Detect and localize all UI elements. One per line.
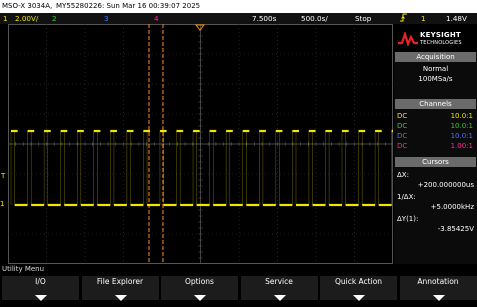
status-bar: 1 2.00V/ 2 3 4 7.500s 500.0s/ Stop 1 1.4… xyxy=(0,13,477,24)
ch1-scale[interactable]: 2.00V/ xyxy=(15,13,38,24)
channels-header: Channels xyxy=(395,99,476,109)
softkey-file-explorer[interactable]: File Explorer xyxy=(80,276,159,301)
acquisition-header: Acquisition xyxy=(395,52,476,62)
down-arrow-icon xyxy=(400,288,477,301)
down-arrow-icon xyxy=(161,288,238,301)
ch4-number[interactable]: 4 xyxy=(154,13,159,24)
delay-readout[interactable]: 7.500s xyxy=(252,13,276,24)
channel-row-2[interactable]: DC 10.0:1 xyxy=(395,122,476,131)
softkey-bar: I/O File Explorer Options Service Quick Acti… xyxy=(0,276,477,301)
keysight-wave-icon xyxy=(398,30,418,50)
acquisition-mode: Normal xyxy=(422,65,449,73)
channel-row-3[interactable]: DC 10.0:1 xyxy=(395,132,476,141)
acquisition-rate: 100MSa/s xyxy=(418,75,453,83)
cursors-header: Cursors xyxy=(395,157,476,167)
brand-logo: KEYSIGHT TECHNOLOGIES xyxy=(394,24,477,52)
run-state: Stop xyxy=(355,14,372,23)
title-bar: MSO-X 3034A, MY55280226: Sun Mar 16 00:3… xyxy=(0,0,477,13)
side-panel: KEYSIGHT TECHNOLOGIES Acquisition Normal… xyxy=(394,24,477,264)
softkey-options[interactable]: Options xyxy=(160,276,238,301)
channel-probe-ratio: 1.00:1 xyxy=(450,142,473,150)
softkey-service[interactable]: Service xyxy=(239,276,318,301)
trigger-channel[interactable]: 1 xyxy=(421,13,426,24)
channel-probe-ratio: 10.0:1 xyxy=(450,132,473,140)
cursor-dy-value: -3.85425V xyxy=(437,225,474,233)
channel-row-1[interactable]: DC 10.0:1 xyxy=(395,112,476,121)
channel-coupling: DC xyxy=(397,122,408,130)
cursor-dx-value: +200.000000us xyxy=(417,181,474,189)
graticule xyxy=(7,23,396,265)
down-arrow-icon xyxy=(241,288,318,301)
ch3-number[interactable]: 3 xyxy=(104,13,109,24)
channel-row-4[interactable]: DC 1.00:1 xyxy=(395,142,476,151)
cursor-dy-label: ΔY(1): xyxy=(397,215,419,223)
softkey-i-o[interactable]: I/O xyxy=(1,276,79,301)
trigger-level-marker[interactable]: T xyxy=(1,172,5,180)
brand-sub: TECHNOLOGIES xyxy=(420,40,462,46)
trigger-level[interactable]: 1.48V xyxy=(446,13,467,24)
down-arrow-icon xyxy=(82,288,159,301)
softkey-label: Service xyxy=(265,277,293,286)
softkey-annotation[interactable]: Annotation xyxy=(398,276,477,301)
softkey-label: File Explorer xyxy=(96,277,144,286)
channel-probe-ratio: 10.0:1 xyxy=(450,112,473,120)
waveform-display[interactable] xyxy=(7,23,396,265)
channel-coupling: DC xyxy=(397,142,408,150)
utility-menu-label: Utility Menu xyxy=(2,265,45,273)
down-arrow-icon xyxy=(2,288,79,301)
ch1-number[interactable]: 1 xyxy=(3,13,8,24)
cursor-inv-dx-label: 1/ΔX: xyxy=(397,193,416,201)
serial-date-label: MY55280226: Sun Mar 16 00:39:07 2025 xyxy=(56,2,201,10)
softkey-label: Quick Action xyxy=(334,277,383,286)
ch1-ground-marker[interactable]: 1 xyxy=(0,200,9,209)
cursor-inv-dx-value: +5.0000kHz xyxy=(430,203,474,211)
ch2-number[interactable]: 2 xyxy=(52,13,57,24)
channel-coupling: DC xyxy=(397,112,408,120)
timebase-readout[interactable]: 500.0s/ xyxy=(301,13,328,24)
channel-probe-ratio: 10.0:1 xyxy=(450,122,473,130)
softkey-label: Annotation xyxy=(417,277,459,286)
trigger-position-icon[interactable] xyxy=(194,24,206,31)
channel-coupling: DC xyxy=(397,132,408,140)
down-arrow-icon xyxy=(320,288,397,301)
brand-name: KEYSIGHT xyxy=(420,31,461,39)
model-label: MSO-X 3034A, xyxy=(2,2,53,10)
softkey-label: Options xyxy=(185,277,214,286)
softkey-quick-action[interactable]: Quick Action xyxy=(319,276,397,301)
softkey-label: I/O xyxy=(35,277,46,286)
cursor-dx-label: ΔX: xyxy=(397,171,409,179)
